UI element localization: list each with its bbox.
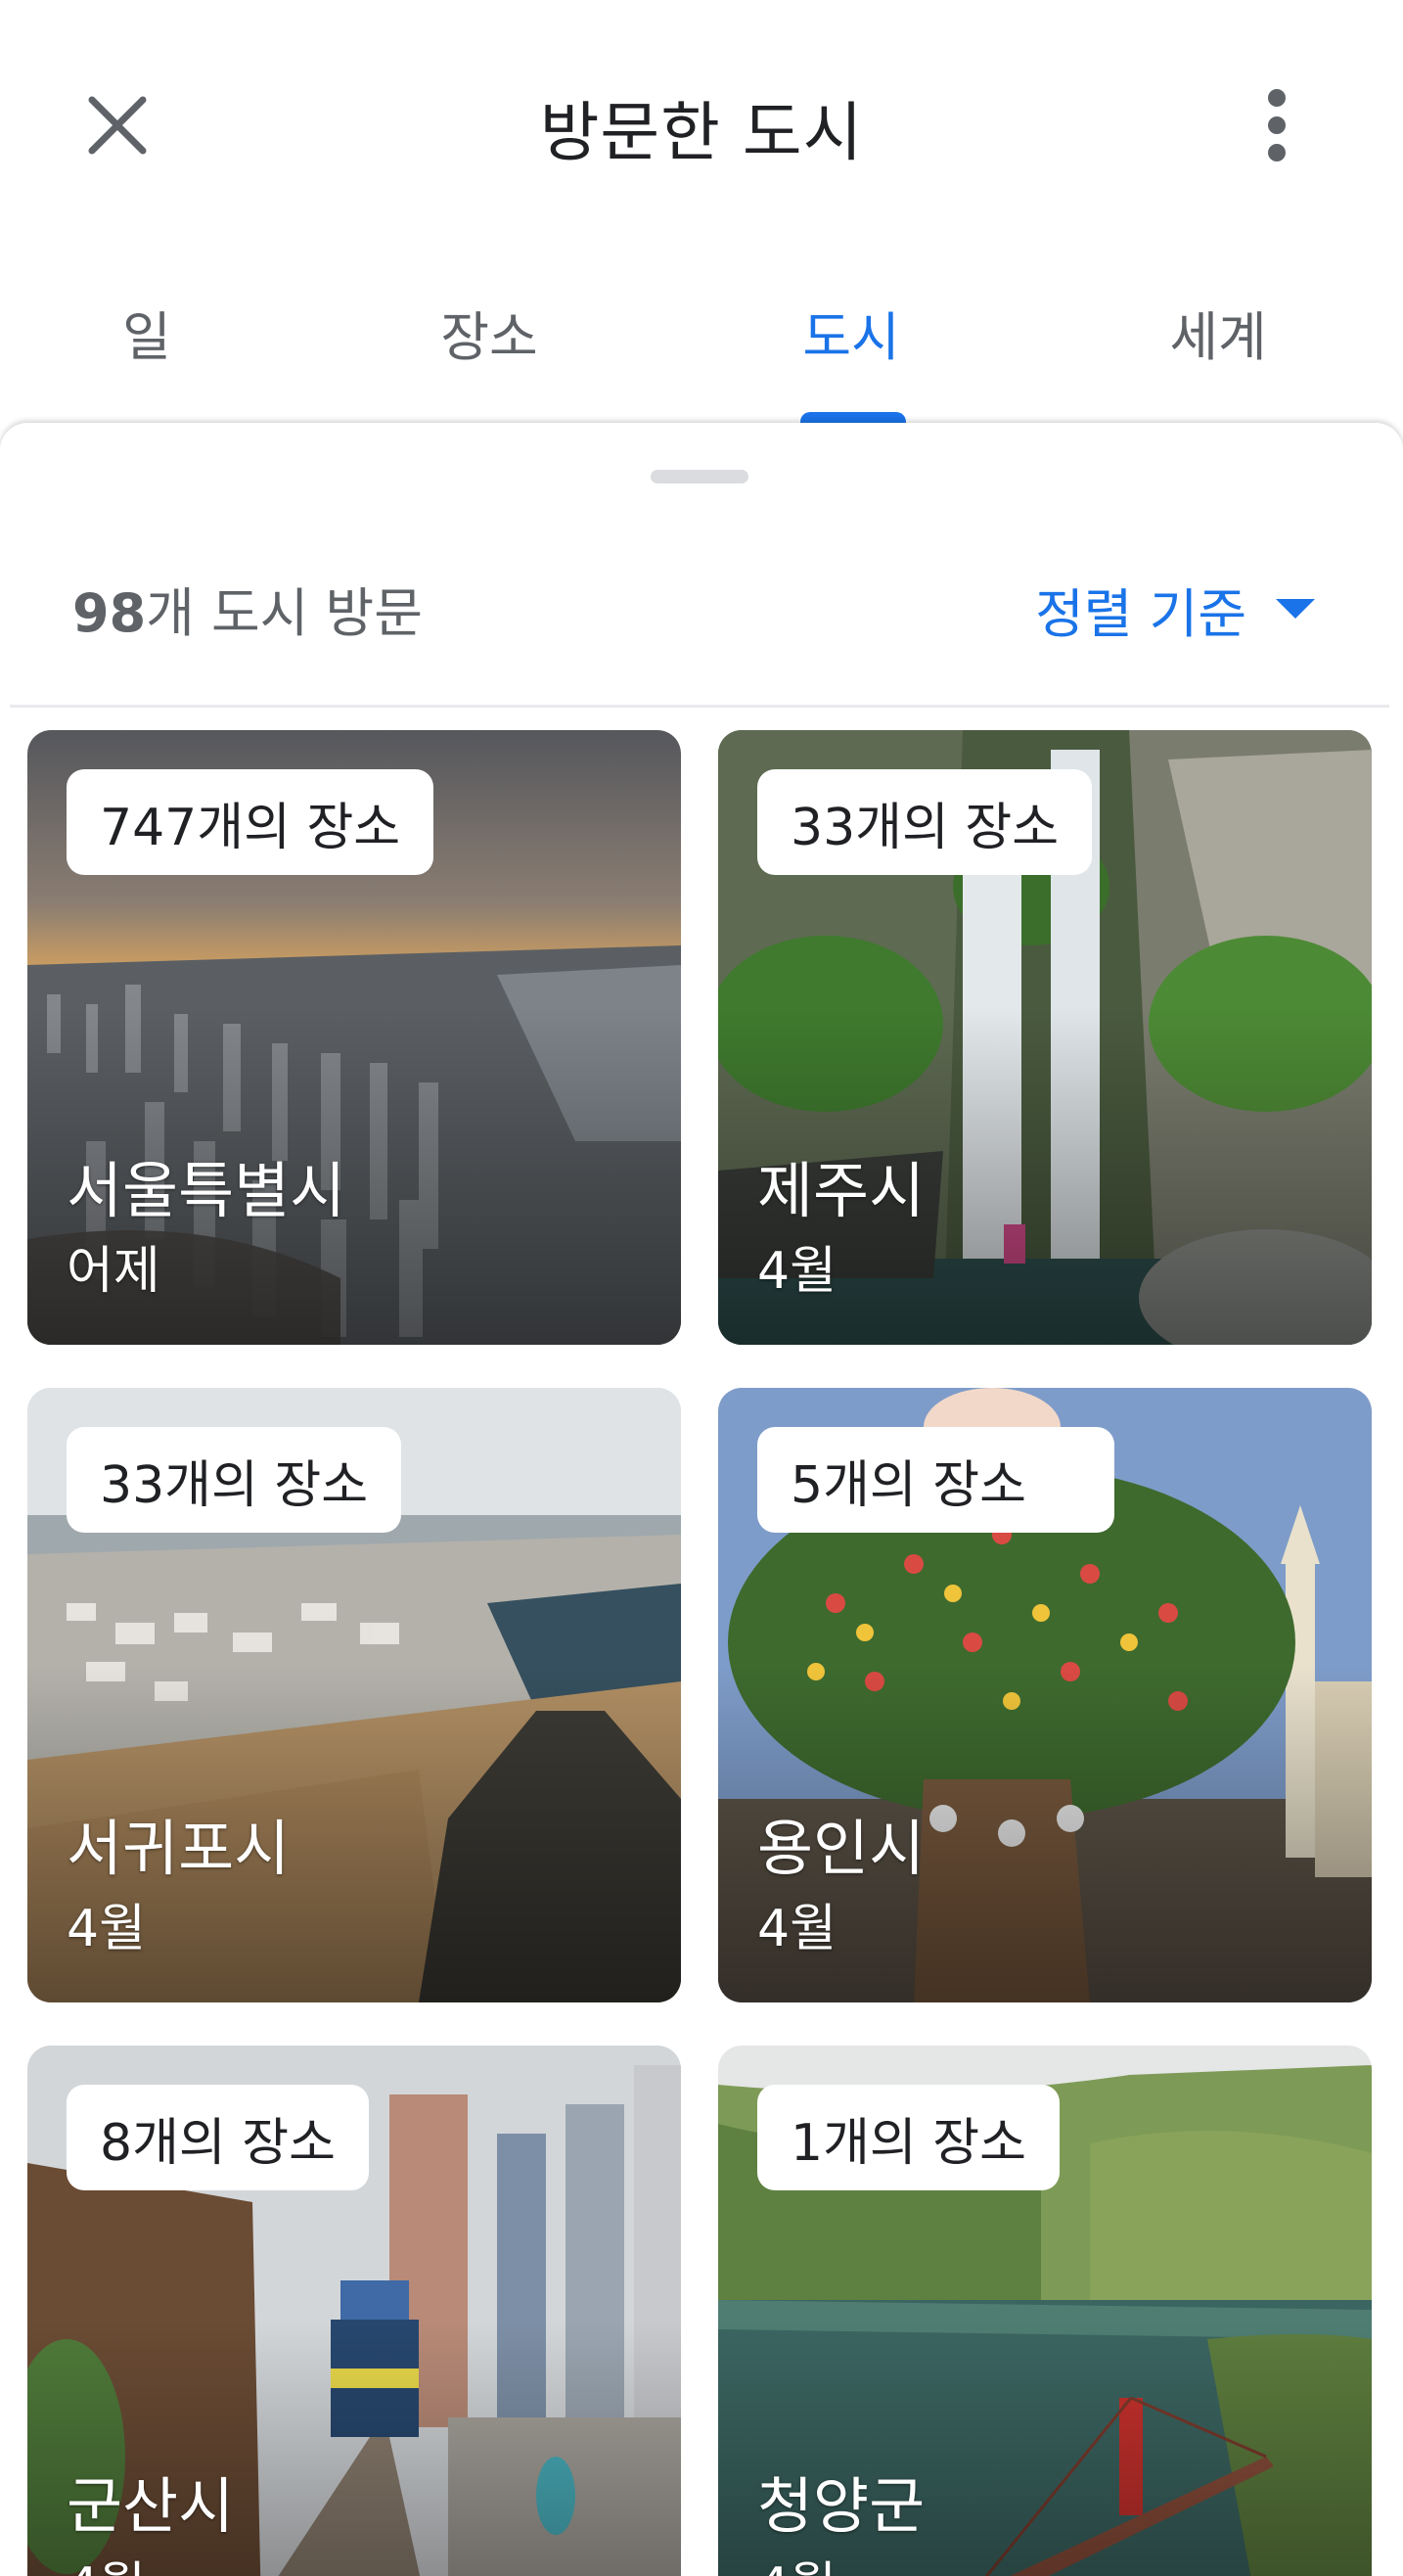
tab-cities[interactable]: 도시 bbox=[753, 294, 949, 411]
sort-button[interactable]: 정렬 기준 bbox=[1035, 570, 1315, 648]
cities-sheet: 98개 도시 방문 정렬 기준 747개의 장소 서울특별시 어제 33개의 장… bbox=[0, 423, 1403, 2576]
city-card[interactable]: 33개의 장소 서귀포시 4월 bbox=[27, 1388, 681, 2002]
tab-label: 일 bbox=[122, 306, 171, 368]
tab-label: 도시 bbox=[802, 306, 900, 368]
visit-date: 4월 bbox=[757, 1242, 837, 1301]
city-name: 서귀포시 bbox=[67, 1813, 291, 1884]
tab-world[interactable]: 세계 bbox=[1120, 294, 1316, 411]
visit-date: 4월 bbox=[757, 2545, 837, 2576]
city-name: 제주시 bbox=[757, 1155, 926, 1226]
places-count-badge: 33개의 장소 bbox=[757, 769, 1093, 875]
places-count-badge: 747개의 장소 bbox=[67, 769, 434, 875]
page-title: 방문한 도시 bbox=[539, 95, 864, 170]
visit-date: 4월 bbox=[757, 1900, 837, 1958]
visit-date: 4월 bbox=[67, 2545, 146, 2576]
places-count-badge: 1개의 장소 bbox=[757, 2085, 1060, 2190]
tab-places[interactable]: 장소 bbox=[391, 294, 587, 411]
sort-label: 정렬 기준 bbox=[1035, 582, 1246, 645]
city-name: 용인시 bbox=[757, 1813, 926, 1884]
city-card[interactable]: 8개의 장소 군산시 4월 bbox=[27, 2046, 681, 2576]
places-count-badge: 8개의 장소 bbox=[67, 2085, 369, 2190]
places-count-badge: 33개의 장소 bbox=[67, 1427, 402, 1533]
city-name: 군산시 bbox=[67, 2470, 235, 2542]
visit-date: 4월 bbox=[67, 1900, 146, 1958]
places-count-badge: 5개의 장소 bbox=[757, 1427, 1114, 1533]
tab-day[interactable]: 일 bbox=[59, 294, 235, 411]
more-options-button[interactable] bbox=[1228, 76, 1326, 174]
visited-count-label: 98개 도시 방문 bbox=[72, 570, 423, 647]
visited-cities-screen: 방문한 도시 일 장소 도시 세계 98개 도시 방문 정렬 기준 747개의 … bbox=[0, 0, 1403, 2576]
drag-handle[interactable] bbox=[651, 470, 748, 483]
visited-count-suffix: 개 도시 방문 bbox=[146, 582, 423, 644]
visit-date: 어제 bbox=[67, 1242, 160, 1301]
tab-label: 장소 bbox=[440, 306, 538, 368]
divider bbox=[10, 705, 1389, 708]
city-card[interactable]: 5개의 장소 용인시 4월 bbox=[718, 1388, 1372, 2002]
city-card[interactable]: 1개의 장소 청양군 4월 bbox=[718, 2046, 1372, 2576]
city-card[interactable]: 33개의 장소 제주시 4월 bbox=[718, 730, 1372, 1345]
tab-bar: 일 장소 도시 세계 bbox=[0, 254, 1403, 426]
tab-label: 세계 bbox=[1169, 306, 1267, 368]
visited-count: 98 bbox=[72, 582, 147, 644]
arrow-drop-down-icon bbox=[1276, 599, 1315, 619]
city-name: 서울특별시 bbox=[67, 1155, 346, 1226]
more-vert-icon bbox=[1268, 89, 1286, 161]
top-app-bar: 방문한 도시 일 장소 도시 세계 bbox=[0, 0, 1403, 426]
city-card[interactable]: 747개의 장소 서울특별시 어제 bbox=[27, 730, 681, 1345]
city-name: 청양군 bbox=[757, 2470, 926, 2542]
